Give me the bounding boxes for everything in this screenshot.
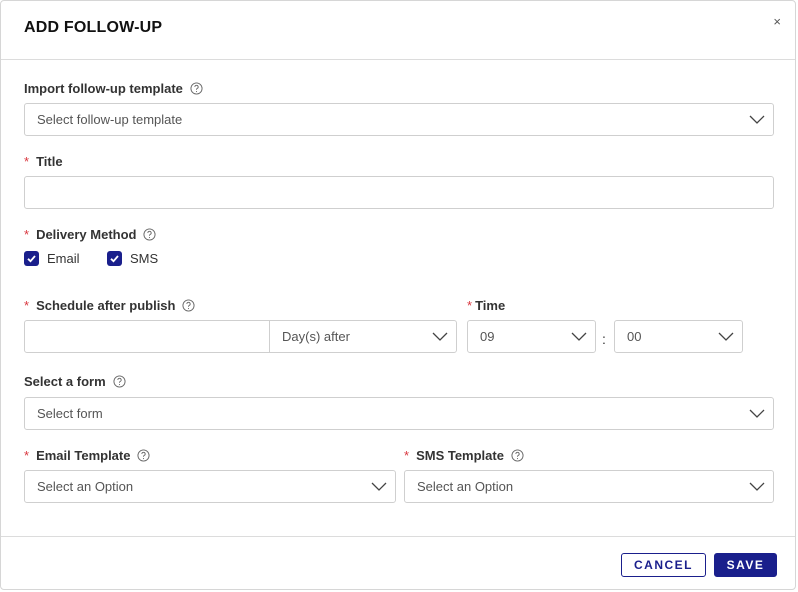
form-select[interactable]: Select form xyxy=(24,397,774,430)
question-circle-icon[interactable] xyxy=(137,449,151,462)
schedule-unit-select[interactable]: Day(s) after xyxy=(269,320,457,353)
title-label-text: Title xyxy=(36,154,63,169)
required-mark: * xyxy=(24,448,30,463)
email-template-label: * Email Template xyxy=(24,448,151,463)
cancel-button[interactable]: CANCEL xyxy=(621,553,706,577)
add-follow-up-modal: ADD FOLLOW-UP × Import follow-up templat… xyxy=(0,0,796,590)
chevron-down-icon xyxy=(371,482,387,491)
check-icon[interactable] xyxy=(24,251,39,266)
import-template-label-text: Import follow-up template xyxy=(24,81,183,96)
schedule-label-text: Schedule after publish xyxy=(36,298,176,313)
question-circle-icon[interactable] xyxy=(182,299,196,312)
form-placeholder: Select form xyxy=(37,406,103,421)
import-template-label: Import follow-up template xyxy=(24,81,203,96)
import-template-select[interactable]: Select follow-up template xyxy=(24,103,774,136)
required-mark: * xyxy=(24,227,30,242)
sms-template-select[interactable]: Select an Option xyxy=(404,470,774,503)
schedule-input[interactable] xyxy=(24,320,271,353)
schedule-label: * Schedule after publish xyxy=(24,298,196,313)
chevron-down-icon xyxy=(749,115,765,124)
email-template-placeholder: Select an Option xyxy=(37,479,134,494)
sms-template-placeholder: Select an Option xyxy=(417,479,514,494)
title-label: * Title xyxy=(24,154,63,169)
question-circle-icon[interactable] xyxy=(143,228,157,241)
chevron-down-icon xyxy=(749,482,765,491)
form-label: Select a form xyxy=(24,374,126,389)
required-mark: * xyxy=(24,154,30,169)
email-checkbox[interactable]: Email xyxy=(24,251,80,266)
question-circle-icon[interactable] xyxy=(511,449,524,462)
question-circle-icon[interactable] xyxy=(113,375,126,388)
sms-template-label: * SMS Template xyxy=(404,448,524,463)
required-mark: * xyxy=(24,298,30,313)
footer-divider xyxy=(1,536,795,537)
chevron-down-icon xyxy=(432,332,448,341)
sms-checkbox[interactable]: SMS xyxy=(107,251,158,266)
check-icon[interactable] xyxy=(107,251,122,266)
sms-checkbox-label: SMS xyxy=(130,251,159,266)
chevron-down-icon xyxy=(571,332,587,341)
minute-select[interactable]: 00 xyxy=(614,320,743,353)
required-mark: * xyxy=(404,448,410,463)
email-template-label-text: Email Template xyxy=(36,448,131,463)
time-separator: : xyxy=(602,331,606,347)
time-label: * Time xyxy=(467,298,505,313)
chevron-down-icon xyxy=(749,409,765,418)
modal-header: ADD FOLLOW-UP × xyxy=(1,1,795,60)
question-circle-icon[interactable] xyxy=(190,82,203,95)
email-checkbox-label: Email xyxy=(47,251,80,266)
import-template-placeholder: Select follow-up template xyxy=(37,112,183,127)
required-mark: * xyxy=(467,298,473,313)
time-label-text: Time xyxy=(475,298,506,313)
chevron-down-icon xyxy=(718,332,734,341)
title-input[interactable] xyxy=(24,176,774,209)
sms-template-label-text: SMS Template xyxy=(416,448,504,463)
close-icon[interactable]: × xyxy=(773,15,781,28)
form-label-text: Select a form xyxy=(24,374,106,389)
delivery-method-label-text: Delivery Method xyxy=(36,227,137,242)
hour-value: 09 xyxy=(480,329,495,344)
delivery-method-label: * Delivery Method xyxy=(24,227,157,242)
schedule-unit-value: Day(s) after xyxy=(282,329,350,344)
email-template-select[interactable]: Select an Option xyxy=(24,470,396,503)
minute-value: 00 xyxy=(627,329,642,344)
hour-select[interactable]: 09 xyxy=(467,320,596,353)
modal-title: ADD FOLLOW-UP xyxy=(24,19,163,36)
save-button[interactable]: SAVE xyxy=(714,553,777,577)
